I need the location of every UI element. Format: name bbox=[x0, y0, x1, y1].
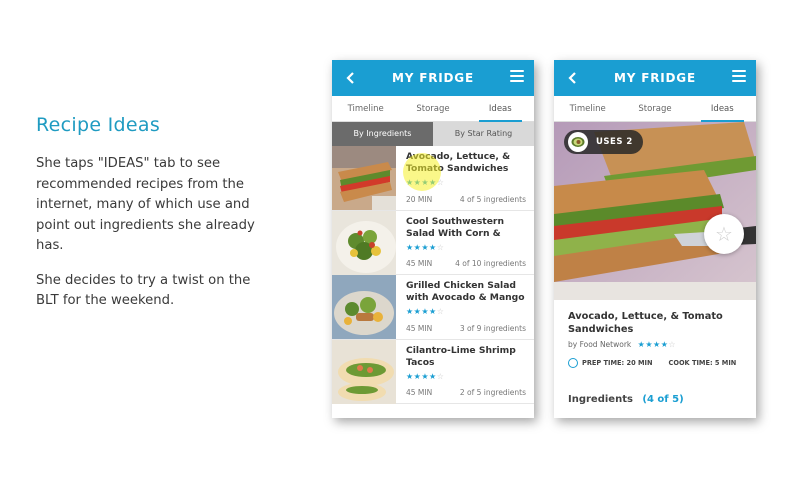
recipe-times: PREP TIME: 20 MIN COOK TIME: 5 MIN bbox=[568, 358, 742, 368]
tab-bar: Timeline Storage Ideas bbox=[554, 96, 756, 122]
ingredients-count: (4 of 5) bbox=[642, 394, 684, 405]
recipe-time: 45 MIN bbox=[406, 259, 433, 268]
tab-bar: Timeline Storage Ideas bbox=[332, 96, 534, 122]
recipe-detail: Avocado, Lettuce, & Tomato Sandwiches by… bbox=[554, 300, 756, 368]
recipe-source: by Food Network ★★★★☆ bbox=[568, 340, 677, 349]
menu-icon[interactable] bbox=[732, 70, 746, 84]
recipe-ingredient-match: 2 of 5 ingredients bbox=[459, 388, 526, 397]
recipe-rating: ★★★★☆ bbox=[406, 371, 445, 381]
prep-time: PREP TIME: 20 MIN bbox=[582, 359, 653, 367]
narrative-paragraph-1: She taps "IDEAS" tab to see recommended … bbox=[36, 156, 255, 253]
recipe-name: Cool Southwestern Salad With Corn & bbox=[406, 215, 504, 239]
chevron-left-icon bbox=[346, 72, 354, 84]
recipe-thumbnail bbox=[332, 275, 396, 339]
back-button[interactable] bbox=[564, 68, 580, 88]
recipe-ingredient-match: 4 of 5 ingredients bbox=[459, 194, 526, 204]
recipe-list-item[interactable]: Grilled Chicken Salad with Avocado & Man… bbox=[332, 275, 534, 340]
recipe-detail-title: Avocado, Lettuce, & Tomato Sandwiches bbox=[568, 311, 723, 335]
recipe-time: 45 MIN bbox=[406, 323, 433, 333]
recipe-thumbnail bbox=[332, 210, 396, 275]
avocado-icon bbox=[568, 132, 588, 152]
sort-by-star-rating-button[interactable]: By Star Rating bbox=[433, 122, 534, 146]
recipe-name: Cilantro-Lime Shrimp Tacos bbox=[406, 344, 516, 368]
recipe-time: 45 MIN bbox=[406, 388, 433, 397]
tab-ideas[interactable]: Ideas bbox=[689, 96, 756, 122]
recipe-name: Avocado, Lettuce, & Tomato Sandwiches bbox=[406, 151, 511, 174]
recipe-list-item[interactable]: Cilantro-Lime Shrimp Tacos ★★★★☆ 45 MIN 2… bbox=[332, 339, 534, 404]
recipe-list-item[interactable]: Cool Southwestern Salad With Corn & ★★★★… bbox=[332, 210, 534, 275]
clock-icon bbox=[568, 358, 578, 368]
app-title: MY FRIDGE bbox=[614, 71, 696, 85]
ingredients-header[interactable]: Ingredients (4 of 5) bbox=[568, 394, 684, 405]
phone-ideas-list: MY FRIDGE Timeline Storage Ideas By Ingr… bbox=[332, 60, 534, 418]
back-button[interactable] bbox=[342, 68, 358, 88]
tab-storage[interactable]: Storage bbox=[399, 96, 466, 121]
sort-by-ingredients-button[interactable]: By Ingredients bbox=[332, 122, 433, 146]
star-icon: ☆ bbox=[715, 222, 733, 246]
tab-timeline[interactable]: Timeline bbox=[554, 96, 621, 121]
recipe-thumbnail bbox=[332, 339, 396, 404]
narrative: Recipe Ideas She taps "IDEAS" tab to see… bbox=[36, 114, 266, 326]
recipe-ingredient-match: 3 of 9 ingredients bbox=[459, 323, 526, 333]
chevron-left-icon bbox=[568, 72, 576, 84]
recipe-name: Grilled Chicken Salad with Avocado & Man… bbox=[406, 280, 525, 303]
recipe-ingredient-match: 4 of 10 ingredients bbox=[455, 259, 526, 268]
recipe-list-item[interactable]: Avocado, Lettuce, & Tomato Sandwiches ★★… bbox=[332, 146, 534, 211]
uses-ingredients-badge: USES 2 bbox=[564, 130, 643, 154]
app-title: MY FRIDGE bbox=[392, 71, 474, 85]
narrative-heading: Recipe Ideas bbox=[36, 114, 161, 136]
narrative-paragraph-2: She decides to try a twist on the BLT fo… bbox=[36, 272, 251, 309]
menu-icon[interactable] bbox=[510, 70, 524, 84]
recipe-thumbnail bbox=[332, 146, 396, 210]
recipe-rating: ★★★★☆ bbox=[406, 307, 445, 316]
recipe-rating: ★★★★☆ bbox=[406, 178, 445, 187]
favorite-star-button[interactable]: ☆ bbox=[704, 214, 744, 254]
tab-storage[interactable]: Storage bbox=[621, 96, 688, 121]
cook-time: COOK TIME: 5 MIN bbox=[668, 359, 737, 367]
recipe-rating: ★★★★☆ bbox=[406, 242, 445, 252]
sort-segment: By Ingredients By Star Rating bbox=[332, 122, 534, 146]
tab-timeline[interactable]: Timeline bbox=[332, 96, 399, 121]
recipe-rating: ★★★★☆ bbox=[637, 340, 677, 349]
app-bar: MY FRIDGE bbox=[554, 60, 756, 96]
phone-recipe-detail: MY FRIDGE Timeline Storage Ideas USES 2 … bbox=[554, 60, 756, 418]
tab-ideas[interactable]: Ideas bbox=[467, 96, 534, 122]
recipe-time: 20 MIN bbox=[406, 194, 433, 204]
app-bar: MY FRIDGE bbox=[332, 60, 534, 96]
recipe-hero-image: USES 2 bbox=[554, 122, 756, 300]
